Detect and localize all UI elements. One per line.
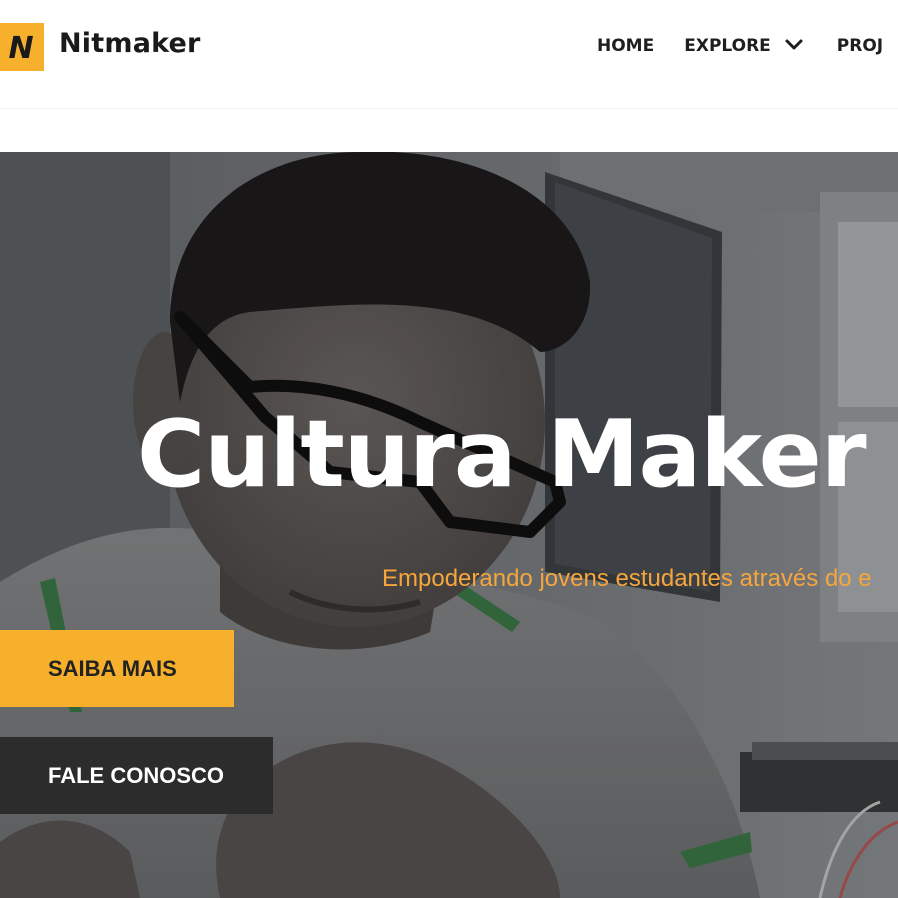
brand-name[interactable]: Nitmaker	[59, 28, 201, 59]
hero-subtitle: Empoderando jovens estudantes através do…	[382, 565, 872, 592]
hero-title: Cultura Maker	[137, 400, 867, 508]
fale-conosco-button[interactable]: FALE CONOSCO	[0, 737, 273, 814]
nav-item-home[interactable]: HOME	[597, 36, 654, 56]
saiba-mais-button[interactable]: SAIBA MAIS	[0, 630, 234, 707]
logo-mark: N	[8, 31, 33, 64]
nav-home-label: HOME	[597, 36, 655, 56]
nav-explore-label: EXPLORE	[684, 36, 771, 56]
chevron-down-icon	[785, 36, 803, 56]
site-header: N Nitmaker HOME EXPLORE PROJ	[0, 0, 898, 109]
nav-item-explore[interactable]: EXPLORE	[684, 36, 803, 56]
nitmaker-logo-icon[interactable]: N	[0, 23, 44, 71]
nav-projects-label: PROJ	[836, 36, 884, 56]
page: N Nitmaker HOME EXPLORE PROJ Cultura Mak…	[0, 0, 898, 898]
main-nav: HOME EXPLORE PROJ	[597, 36, 883, 56]
hero-banner: Cultura Maker Empoderando jovens estudan…	[0, 152, 898, 898]
logo-letter: N	[8, 31, 33, 64]
nav-item-projects[interactable]: PROJ	[837, 36, 883, 56]
